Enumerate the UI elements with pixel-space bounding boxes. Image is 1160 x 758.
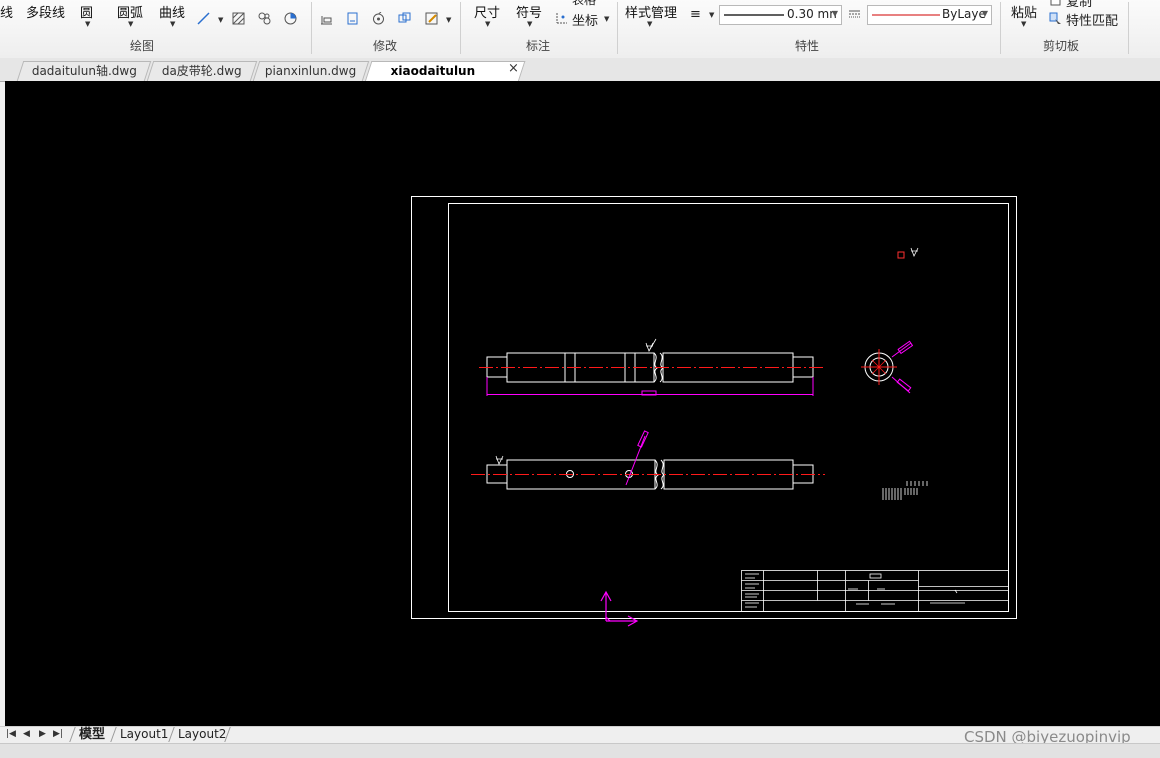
hatch-icon[interactable] [232,12,245,25]
circle-dropdown-icon[interactable]: ▼ [85,20,90,28]
tab-label: pianxinlun.dwg [265,64,357,78]
draw-panel-label: 绘图 [130,39,155,53]
tab-separator [110,727,117,742]
first-icon[interactable]: |◀ [6,729,16,739]
polyline-button[interactable]: 多段线 [26,2,65,21]
leader-annotation [625,430,649,486]
sheet-outer-frame [411,196,1017,619]
copy-icon[interactable] [1049,0,1062,7]
dimension-dropdown-icon[interactable]: ▼ [485,20,490,28]
line-button[interactable]: 线 [0,2,13,21]
next-icon[interactable]: ▶ [39,729,46,739]
ucs-icon [600,590,639,627]
lineweight-sample-icon [724,14,784,16]
line-tool-dropdown-icon[interactable]: ▼ [218,16,223,24]
copy-button[interactable]: 复制 [1066,0,1092,10]
title-block [741,570,1009,612]
panel-separator [617,2,618,54]
sheet-inner-frame [448,203,1009,612]
roughness-symbol [645,338,657,352]
arc-dropdown-icon[interactable]: ▼ [128,20,133,28]
symbol-dropdown-icon[interactable]: ▼ [527,20,532,28]
edit-icon[interactable] [425,12,438,25]
dimension-length-1 [486,377,814,396]
lineweight-menu-icon[interactable]: ▼ [709,11,714,19]
coordinate-icon[interactable] [555,12,568,25]
circle-button[interactable]: 圆 [80,2,93,21]
tab-dadaitulun[interactable]: dadaitulun轴.dwg [16,61,152,81]
lineweight-icon[interactable]: ≡ [690,7,701,22]
tab-label: dadaitulun轴.dwg [31,64,137,78]
drawing [411,196,1017,627]
match-properties-button[interactable]: 特性匹配 [1066,10,1118,29]
roughness-symbol-red [897,247,919,259]
wipeout-icon[interactable] [284,12,297,25]
tab-separator [168,727,175,742]
technical-notes [882,481,928,500]
style-manager-dropdown-icon[interactable]: ▼ [647,20,652,28]
tab-pianxinlun[interactable]: pianxinlun.dwg [252,61,370,81]
close-icon[interactable]: × [508,61,519,76]
last-icon[interactable]: ▶| [53,729,63,739]
dimension-button[interactable]: 尺寸 [474,2,500,21]
command-bar[interactable] [0,743,1160,758]
roughness-symbol [495,455,504,465]
modify-panel-label: 修改 [373,39,398,53]
paste-button[interactable]: 粘贴 [1011,2,1037,21]
tab-separator [69,727,76,742]
linetype-sample-icon [872,14,940,16]
copy-object-icon[interactable] [398,12,411,25]
panel-separator [311,2,312,54]
lineweight-combo[interactable]: 0.30 mn ▼ [719,5,842,25]
paste-dropdown-icon[interactable]: ▼ [1021,20,1026,28]
linetype-combo[interactable]: ByLaye ▼ [867,5,992,25]
annotation-panel-label: 标注 [526,39,551,53]
style-manager-button[interactable]: 样式管理 [625,2,677,21]
linetype-dropdown-icon[interactable]: ▼ [982,9,988,18]
panel-separator [1128,2,1129,54]
drawing-canvas[interactable] [5,81,1160,726]
region-icon[interactable] [258,12,271,25]
prev-icon[interactable]: ◀ [23,729,30,739]
modify-dropdown-icon[interactable]: ▼ [446,16,451,24]
linetype-icon[interactable] [848,8,861,21]
shaft-section-view [861,340,914,394]
rotate-icon[interactable] [372,12,385,25]
clipboard-panel-label: 剪切板 [1043,39,1080,53]
lineweight-value: 0.30 mn [787,7,837,21]
move-icon[interactable] [320,12,333,25]
lineweight-dropdown-icon[interactable]: ▼ [832,9,838,18]
panel-separator [460,2,461,54]
panel-separator [1000,2,1001,54]
tab-layout2[interactable]: Layout2 [178,727,226,742]
line-tool-icon[interactable] [197,12,210,25]
match-properties-icon[interactable] [1049,12,1062,25]
ribbon: 线 多段线 圆 ▼ 圆弧 ▼ 曲线 ▼ ▼ 绘图 ▼ 修改 尺寸 ▼ 符号 ▼ … [0,0,1160,59]
symbol-button[interactable]: 符号 [516,2,542,21]
curve-dropdown-icon[interactable]: ▼ [170,20,175,28]
tab-da-pulley[interactable]: da皮带轮.dwg [146,61,258,81]
coordinate-dropdown-icon[interactable]: ▼ [604,15,609,23]
tab-layout1[interactable]: Layout1 [120,727,168,742]
document-tab-bar: dadaitulun轴.dwg da皮带轮.dwg pianxinlun.dwg… [0,58,1160,97]
tab-label: da皮带轮.dwg [161,64,242,78]
coordinate-button[interactable]: 坐标 [572,10,598,29]
curve-button[interactable]: 曲线 [159,2,185,21]
linetype-value: ByLaye [942,7,986,21]
tab-xiaodaitulun[interactable]: xiaodaitulun轴.dwg* [364,61,526,97]
table-button[interactable]: 表格 [572,0,596,8]
arc-button[interactable]: 圆弧 [117,2,143,21]
scale-icon[interactable] [346,12,359,25]
tab-model[interactable]: 模型 [79,727,105,742]
properties-panel-label: 特性 [795,39,820,53]
